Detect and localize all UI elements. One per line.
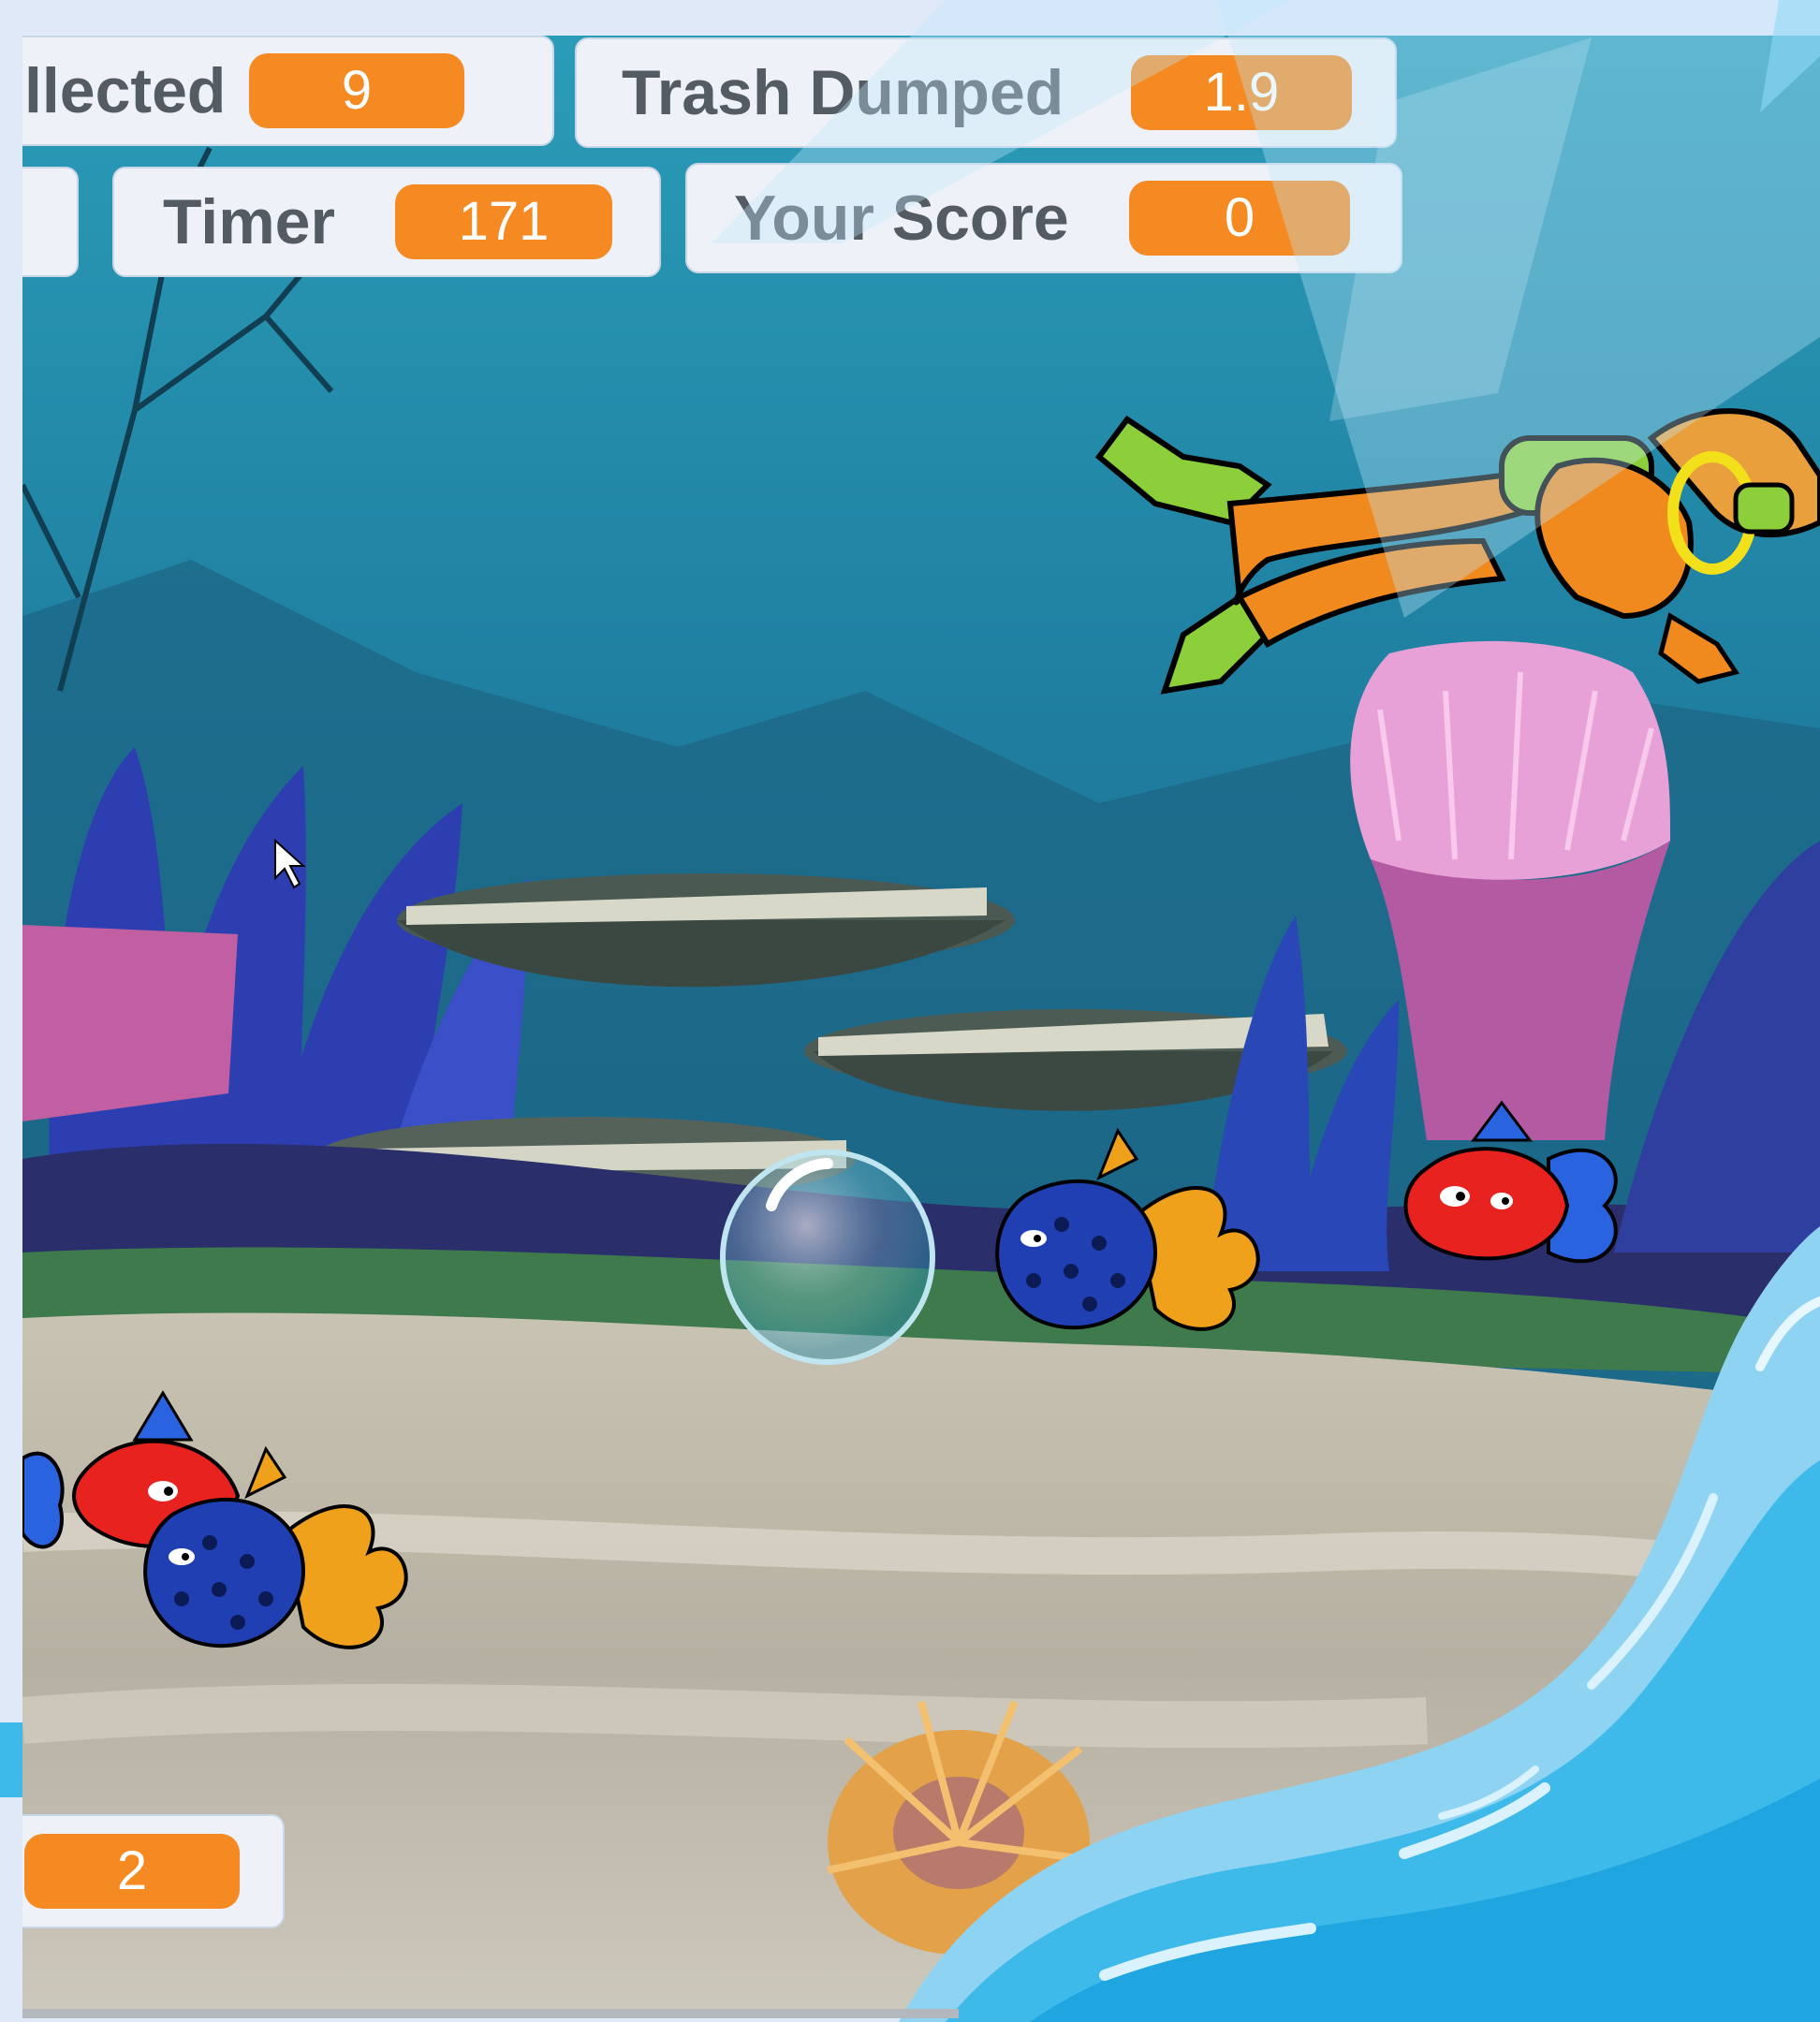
unlabeled-value: 2 bbox=[24, 1834, 240, 1909]
underwater-scene bbox=[22, 36, 1820, 2011]
timer-value: 171 bbox=[395, 184, 612, 259]
collected-label: llected bbox=[24, 55, 227, 126]
monitor-unlabeled: 2 bbox=[22, 1814, 285, 1928]
air-bubble[interactable] bbox=[720, 1150, 935, 1365]
your-score-label: Your Score bbox=[734, 183, 1069, 254]
left-wave-edge bbox=[0, 1722, 22, 1797]
monitor-trash-dumped: Trash Dumped 1.9 bbox=[575, 37, 1397, 148]
pink-coral-left bbox=[22, 925, 238, 1121]
trash-dumped-value: 1.9 bbox=[1131, 55, 1352, 130]
monitor-your-score: Your Score 0 bbox=[685, 163, 1402, 273]
stage-bottom-border bbox=[22, 2009, 959, 2018]
game-stage[interactable]: llected 9 Trash Dumped 1.9 Timer 171 You… bbox=[22, 36, 1820, 2011]
timer-label: Timer bbox=[163, 186, 335, 257]
trash-dumped-label: Trash Dumped bbox=[622, 57, 1064, 128]
monitor-timer: Timer 171 bbox=[112, 167, 661, 277]
monitor-collected: llected 9 bbox=[22, 36, 554, 146]
monitor-partial bbox=[22, 167, 79, 277]
collected-value: 9 bbox=[249, 53, 464, 128]
your-score-value: 0 bbox=[1129, 181, 1350, 256]
